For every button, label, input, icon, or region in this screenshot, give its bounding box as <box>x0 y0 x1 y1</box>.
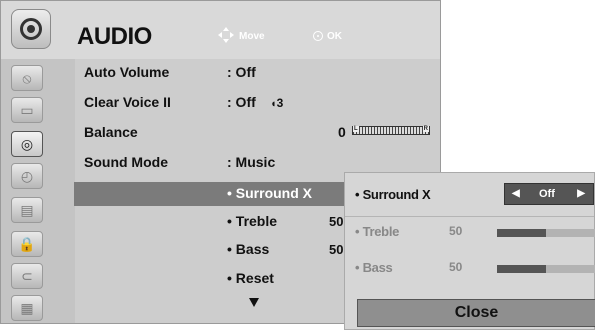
ok-button-icon <box>313 31 323 41</box>
balance-slider[interactable]: L R <box>352 126 430 135</box>
close-button[interactable]: Close <box>357 299 595 327</box>
treble-value: 50 <box>329 214 344 229</box>
popup-bass-value: 50 <box>449 260 463 274</box>
bass-level-bar <box>497 265 595 273</box>
move-hint: Move <box>239 31 265 42</box>
lock-icon: 🔒 <box>18 235 36 252</box>
menu-header: AUDIO Move OK <box>1 1 440 59</box>
sidebar-item-time[interactable]: ◴ <box>11 163 43 189</box>
usb-media-icon: ▦ <box>20 299 34 316</box>
sidebar-item-lock[interactable]: 🔒 <box>11 231 43 257</box>
auto-volume-label[interactable]: Auto Volume <box>84 64 169 80</box>
balance-right-label: R <box>422 126 429 132</box>
sidebar-item-picture[interactable]: ▭ <box>11 97 43 123</box>
clear-voice-value: : Off <box>227 94 256 110</box>
speaker-icon: ◎ <box>20 135 34 152</box>
monitor-icon: ▭ <box>20 101 34 118</box>
option-briefcase-icon: ▤ <box>20 201 34 218</box>
surround-popup: • Surround X ◀ Off ▶ • Treble 50 • Bass … <box>344 172 595 330</box>
arrow-right-icon[interactable]: ▶ <box>577 188 585 199</box>
popup-surround-label: • Surround X <box>355 187 431 202</box>
surround-selector-value: Off <box>539 188 555 200</box>
surround-x-item[interactable]: • Surround X <box>227 185 312 201</box>
move-arrows-icon <box>218 27 234 43</box>
treble-item[interactable]: • Treble <box>227 213 277 229</box>
ok-hint: OK <box>327 31 342 42</box>
voice-icon: ◖ <box>270 98 277 110</box>
input-connector-icon: ⊂ <box>21 267 33 284</box>
popup-treble-label: • Treble <box>355 224 400 239</box>
page-title: AUDIO <box>77 23 152 50</box>
balance-value: 0 <box>338 124 346 140</box>
bass-item[interactable]: • Bass <box>227 241 269 257</box>
sidebar-item-channel[interactable]: ⦸ <box>11 65 43 91</box>
audio-speaker-icon <box>11 9 51 49</box>
balance-left-label: L <box>353 126 359 132</box>
treble-level-bar <box>497 229 595 237</box>
sound-mode-value: : Music <box>227 154 276 170</box>
sidebar-item-usb[interactable]: ▦ <box>11 295 43 321</box>
category-sidebar: ⦸ ▭ ◎ ◴ ▤ 🔒 ⊂ ▦ <box>1 59 75 323</box>
treble-level-fill <box>497 229 546 237</box>
scroll-down-arrow-icon[interactable] <box>249 298 259 307</box>
satellite-dish-icon: ⦸ <box>22 69 32 86</box>
popup-bass-label: • Bass <box>355 260 393 275</box>
popup-divider <box>345 216 594 217</box>
balance-label[interactable]: Balance <box>84 124 138 140</box>
sidebar-item-audio[interactable]: ◎ <box>11 131 43 157</box>
popup-treble-value: 50 <box>449 224 463 238</box>
sound-mode-label[interactable]: Sound Mode <box>84 154 168 170</box>
reset-item[interactable]: • Reset <box>227 270 274 286</box>
sidebar-item-input[interactable]: ⊂ <box>11 263 43 289</box>
bass-level-fill <box>497 265 546 273</box>
clock-icon: ◴ <box>20 167 34 184</box>
clear-voice-label[interactable]: Clear Voice II <box>84 94 171 110</box>
clear-voice-level: ◖3 <box>270 96 284 110</box>
bass-value: 50 <box>329 242 344 257</box>
arrow-left-icon[interactable]: ◀ <box>512 188 520 199</box>
sidebar-item-option[interactable]: ▤ <box>11 197 43 223</box>
surround-selector[interactable]: ◀ Off ▶ <box>504 183 594 205</box>
auto-volume-value: : Off <box>227 64 256 80</box>
